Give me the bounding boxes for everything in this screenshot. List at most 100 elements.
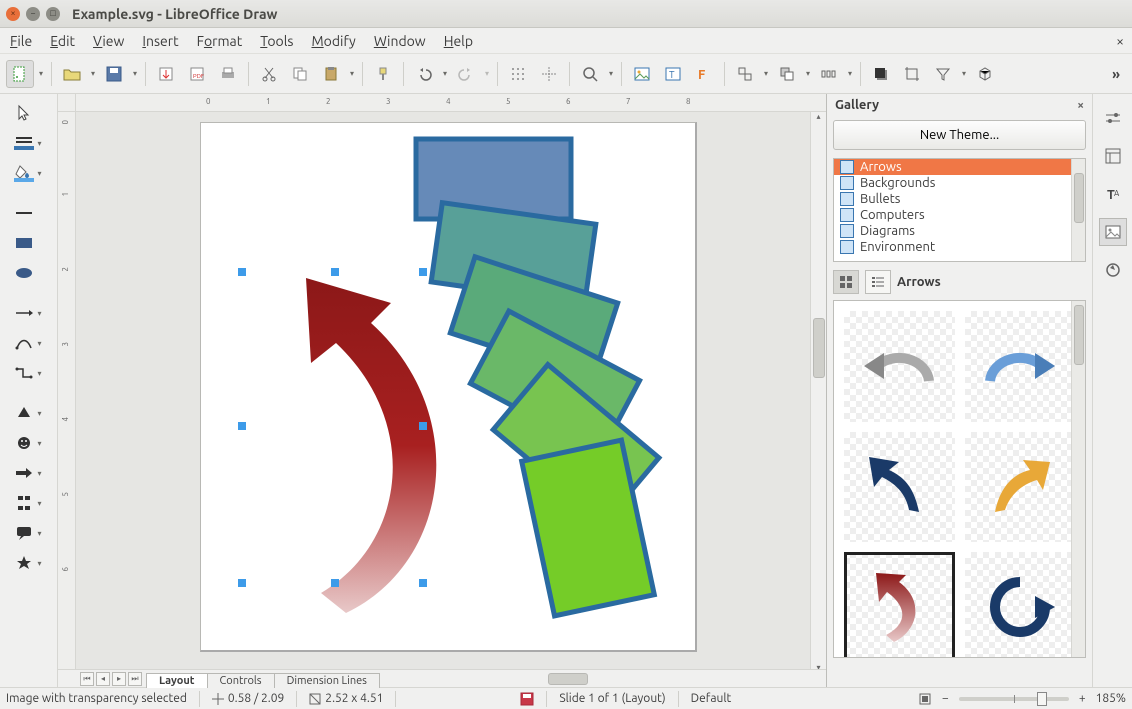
slide-last-button[interactable]: ⏭ [128, 672, 142, 686]
export-button[interactable] [152, 60, 180, 88]
basic-shapes-tool[interactable] [10, 400, 38, 426]
tab-dimension[interactable]: Dimension Lines [274, 673, 380, 688]
open-button[interactable] [58, 60, 86, 88]
flowchart-dropdown[interactable]: ▾ [38, 499, 48, 508]
arrange-dropdown[interactable]: ▾ [804, 69, 812, 78]
paste-dropdown[interactable]: ▾ [348, 69, 356, 78]
undo-dropdown[interactable]: ▾ [441, 69, 449, 78]
page[interactable] [200, 122, 697, 652]
insert-textbox-button[interactable]: T [659, 60, 687, 88]
3d-button[interactable] [971, 60, 999, 88]
vertical-ruler[interactable]: 0 1 2 3 4 5 6 [58, 112, 76, 669]
zoom-percent[interactable]: 185% [1096, 692, 1126, 705]
gallery-item-orange-arrow[interactable] [965, 432, 1076, 543]
window-close-button[interactable]: × [6, 7, 20, 21]
gallery-item-red-curve-arrow[interactable] [844, 552, 955, 658]
arrange-button[interactable] [773, 60, 801, 88]
filter-dropdown[interactable]: ▾ [960, 69, 968, 78]
horizontal-ruler[interactable]: 0 1 2 3 4 5 6 7 8 [76, 94, 826, 112]
block-arrows-dropdown[interactable]: ▾ [38, 469, 48, 478]
menu-file[interactable]: File [10, 33, 32, 49]
shadow-button[interactable] [867, 60, 895, 88]
sidebar-properties-icon[interactable] [1099, 142, 1127, 170]
crop-button[interactable] [898, 60, 926, 88]
align-dropdown[interactable]: ▾ [762, 69, 770, 78]
redo-button[interactable] [452, 60, 480, 88]
menu-modify[interactable]: Modify [311, 33, 355, 49]
line-tool[interactable] [10, 200, 38, 226]
flowchart-tool[interactable] [10, 490, 38, 516]
gallery-detail-view-button[interactable] [865, 270, 891, 294]
menu-insert[interactable]: Insert [142, 33, 178, 49]
distribute-button[interactable] [815, 60, 843, 88]
ellipse-tool[interactable] [10, 260, 38, 286]
fit-page-icon[interactable] [918, 692, 932, 706]
sidebar-navigator-icon[interactable] [1099, 256, 1127, 284]
zoom-button[interactable] [576, 60, 604, 88]
gallery-scrollbar[interactable] [1071, 301, 1085, 658]
gallery-category-diagrams[interactable]: Diagrams [834, 223, 1085, 239]
curve-tool[interactable] [10, 330, 38, 356]
zoom-out-button[interactable]: − [942, 692, 949, 705]
save-button[interactable] [100, 60, 128, 88]
fill-color-tool[interactable] [10, 160, 38, 186]
menu-format[interactable]: Format [197, 33, 243, 49]
export-pdf-button[interactable]: PDF [183, 60, 211, 88]
distribute-dropdown[interactable]: ▾ [846, 69, 854, 78]
menu-view[interactable]: View [93, 33, 124, 49]
new-document-button[interactable] [6, 60, 34, 88]
arrow-tool[interactable] [10, 300, 38, 326]
helplines-button[interactable] [535, 60, 563, 88]
window-minimize-button[interactable]: − [26, 7, 40, 21]
insert-fontwork-button[interactable]: F [690, 60, 718, 88]
stars-dropdown[interactable]: ▾ [38, 559, 48, 568]
tab-controls[interactable]: Controls [207, 673, 275, 688]
zoom-in-button[interactable]: + [1079, 692, 1086, 705]
toolbar-overflow-button[interactable]: » [1112, 66, 1126, 82]
save-dropdown[interactable]: ▾ [131, 69, 139, 78]
gallery-icon-view-button[interactable] [833, 270, 859, 294]
curve-tool-dropdown[interactable]: ▾ [38, 339, 48, 348]
gallery-item-navy-arrow[interactable] [844, 432, 955, 543]
callout-dropdown[interactable]: ▾ [38, 529, 48, 538]
gallery-item-navy-circle-arrow[interactable] [965, 552, 1076, 658]
category-list-scrollbar[interactable] [1071, 159, 1085, 261]
menu-help[interactable]: Help [444, 33, 473, 49]
menu-edit[interactable]: Edit [50, 33, 75, 49]
block-arrows-tool[interactable] [10, 460, 38, 486]
rectangle-tool[interactable] [10, 230, 38, 256]
gallery-category-computers[interactable]: Computers [834, 207, 1085, 223]
sidebar-settings-icon[interactable] [1099, 104, 1127, 132]
undo-button[interactable] [410, 60, 438, 88]
gallery-close-icon[interactable]: × [1077, 99, 1084, 112]
grid-button[interactable] [504, 60, 532, 88]
insert-image-button[interactable] [628, 60, 656, 88]
arrow-tool-dropdown[interactable]: ▾ [38, 309, 48, 318]
new-theme-button[interactable]: New Theme... [833, 120, 1086, 150]
vertical-scrollbar[interactable]: ▴ ▾ [810, 112, 826, 669]
sidebar-gallery-icon[interactable] [1099, 218, 1127, 246]
menu-window[interactable]: Window [374, 33, 426, 49]
horizontal-scrollbar[interactable] [379, 670, 826, 687]
slide-prev-button[interactable]: ◂ [96, 672, 110, 686]
gallery-item-blue-curve-arrow[interactable] [965, 311, 1076, 422]
gallery-item-gray-curve-arrow[interactable] [844, 311, 955, 422]
sidebar-styles-icon[interactable]: TA [1099, 180, 1127, 208]
save-indicator-icon[interactable] [520, 692, 534, 706]
gallery-category-environment[interactable]: Environment [834, 239, 1085, 255]
gallery-category-backgrounds[interactable]: Backgrounds [834, 175, 1085, 191]
redo-dropdown[interactable]: ▾ [483, 69, 491, 78]
symbol-shapes-tool[interactable] [10, 430, 38, 456]
line-color-tool[interactable] [10, 130, 38, 156]
line-color-dropdown[interactable]: ▾ [38, 139, 48, 148]
document-close-icon[interactable]: × [1116, 33, 1124, 49]
basic-shapes-dropdown[interactable]: ▾ [38, 409, 48, 418]
fill-color-dropdown[interactable]: ▾ [38, 169, 48, 178]
filter-button[interactable] [929, 60, 957, 88]
slide-next-button[interactable]: ▸ [112, 672, 126, 686]
callout-tool[interactable] [10, 520, 38, 546]
cut-button[interactable] [255, 60, 283, 88]
menu-tools[interactable]: Tools [260, 33, 293, 49]
connector-tool[interactable] [10, 360, 38, 386]
drawing-canvas[interactable] [76, 112, 810, 669]
